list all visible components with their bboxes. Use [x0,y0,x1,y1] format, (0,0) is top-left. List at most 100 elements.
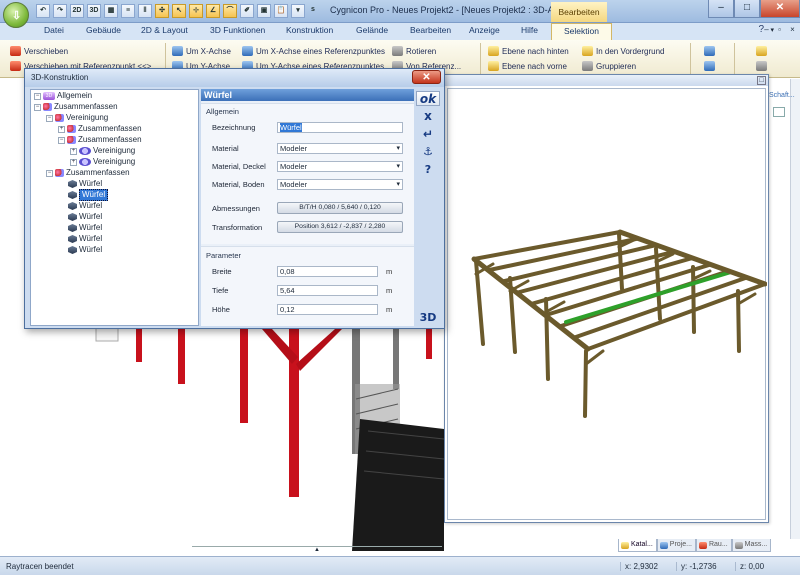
qat-customize-icon[interactable]: ▾ [291,4,305,18]
bring-to-front-button[interactable]: In den Vordergrund [582,46,665,56]
tree-node[interactable]: Würfel [68,223,102,233]
tree-node[interactable]: − Zusammenfassen [34,102,118,112]
redo-icon[interactable]: ↷ [53,4,67,18]
snap-tool-icon[interactable]: ⊹ [189,4,203,18]
apply-icon[interactable]: ↵ [416,127,440,141]
tab-katalog[interactable]: Katal... [618,539,657,552]
pick-tool-icon[interactable]: ✐ [240,4,254,18]
tab-anzeige[interactable]: Anzeige [469,25,500,35]
rotate-x-button[interactable]: Um X-Achse [172,46,231,56]
tree-expand-icon[interactable]: + [70,158,77,166]
tree-node[interactable]: − 3D Allgemein [34,91,92,101]
tree-node[interactable]: Würfel [68,234,102,244]
tab-projekt[interactable]: Proje... [656,539,696,552]
tab-gebaeude[interactable]: Gebäude [86,25,121,35]
tab-selektion[interactable]: Selektion [551,23,612,40]
tree-collapse-icon[interactable]: − [46,114,53,122]
tree-collapse-icon[interactable]: − [34,92,41,100]
layers-icon[interactable]: ≡ [121,4,135,18]
tree-node-selected[interactable]: Würfel [68,189,109,201]
clipboard-icon[interactable]: 📋 [274,4,288,18]
tab-gelaende[interactable]: Gelände [356,25,388,35]
cancel-button[interactable]: x [416,109,440,123]
rotate-button[interactable]: Rotieren [392,46,436,56]
tree-node[interactable]: Würfel [68,245,102,255]
rotate-x-ref-button[interactable]: Um X-Achse eines Referenzpunktes [242,46,385,56]
search-button[interactable] [756,46,767,56]
tab-raum[interactable]: Rau... [695,539,732,552]
send-backward-button[interactable]: Ebene nach hinten [488,46,569,56]
select-all-button[interactable] [704,61,715,71]
vertical-scrollbar[interactable] [790,79,800,539]
close-button[interactable]: ✕ [760,0,800,18]
mdi-restore-button[interactable]: ▫ [774,25,785,36]
help-button[interactable]: ? [416,163,440,176]
color-tool-icon[interactable]: ▣ [257,4,271,18]
material-select[interactable]: Modeler [277,143,403,154]
dimensions-button[interactable]: B/T/H 0,080 / 5,640 / 0,120 [277,202,403,214]
tree-node[interactable]: + Zusammenfassen [58,124,142,134]
3d-view-window[interactable]: □ [444,74,769,523]
bring-forward-button[interactable]: Ebene nach vorne [488,61,567,71]
tree-collapse-icon[interactable]: − [34,103,41,111]
transformation-button[interactable]: Position 3,612 / -2,837 / 2,280 [277,221,403,233]
view-2d-button[interactable]: 2D [70,4,84,18]
move-button[interactable]: Verschieben [10,46,68,56]
tree-node[interactable]: + Vereinigung [70,157,135,167]
columns-icon[interactable]: ‖ [138,4,152,18]
filter-button[interactable] [756,61,767,71]
mdi-close-button[interactable]: × [787,25,798,36]
undo-icon[interactable]: ↶ [36,4,50,18]
minimize-button[interactable]: – [708,0,734,18]
tab-masse[interactable]: Mass... [731,539,772,552]
angle-tool-icon[interactable]: ⌒ [223,4,237,18]
tree-collapse-icon[interactable]: − [46,169,53,177]
material-lid-select[interactable]: Modeler [277,161,403,172]
group-button[interactable]: Gruppieren [582,61,636,71]
3d-view-restore-button[interactable]: □ [757,76,766,85]
splitter-handle[interactable]: ▲ [192,546,442,553]
grid-icon[interactable]: ▦ [104,4,118,18]
tree-node[interactable]: + Vereinigung [70,146,135,156]
preview-3d-button[interactable]: 3D [416,311,440,324]
tab-bearbeiten[interactable]: Bearbeiten [410,25,451,35]
select-tool-icon[interactable]: ✣ [155,4,169,18]
material-bottom-select[interactable]: Modeler [277,179,403,190]
tree-node[interactable]: Würfel [68,201,102,211]
construction-tree[interactable]: − 3D Allgemein − Zusammenfassen − Verein… [30,89,199,326]
cube-icon [68,202,77,210]
tree-expand-icon[interactable]: + [58,125,65,133]
view-3d-button[interactable]: 3D [87,4,101,18]
tab-datei[interactable]: Datei [44,25,64,35]
3d-render-canvas[interactable] [447,88,768,521]
splitter-arrow-icon: ▲ [314,547,320,553]
tab-2d-layout[interactable]: 2D & Layout [141,25,188,35]
tree-node[interactable]: Würfel [68,179,102,189]
name-input[interactable]: Würfel [277,122,403,133]
mdi-minimize-button[interactable]: – [761,25,772,36]
tree-node[interactable]: − Vereinigung [46,113,108,123]
app-menu-button[interactable]: ⇩ [3,2,29,28]
measure-tool-icon[interactable]: ∠ [206,4,220,18]
tree-collapse-icon[interactable]: − [58,136,65,144]
pergola-render[interactable] [448,89,768,521]
tree-node-label: Allgemein [57,91,93,100]
tree-node[interactable]: − Zusammenfassen [58,135,142,145]
maximize-button[interactable]: □ [734,0,760,18]
ok-button[interactable]: ok [416,91,440,106]
depth-input[interactable]: 5,64 [277,285,378,296]
tree-node[interactable]: − Zusammenfassen [46,168,130,178]
height-input[interactable]: 0,12 [277,304,378,315]
dialog-close-button[interactable]: ✕ [412,70,441,84]
pointer-tool-icon[interactable]: ↖ [172,4,186,18]
width-input[interactable]: 0,08 [277,266,378,277]
properties-icon [704,46,715,56]
tab-3d-funktionen[interactable]: 3D Funktionen [210,25,265,35]
tree-node[interactable]: Würfel [68,212,102,222]
anchor-icon[interactable]: ⚓ [416,145,440,158]
properties-button[interactable] [704,46,715,56]
3d-icon: 3D [43,92,55,100]
tab-konstruktion[interactable]: Konstruktion [286,25,333,35]
tree-expand-icon[interactable]: + [70,147,77,155]
tab-hilfe[interactable]: Hilfe [521,25,538,35]
